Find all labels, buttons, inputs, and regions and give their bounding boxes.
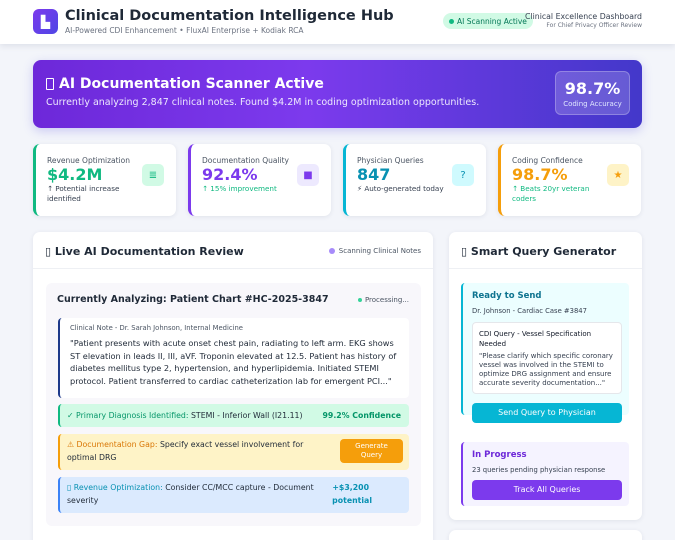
ready-subtitle: Dr. Johnson - Cardiac Case #3847 xyxy=(472,307,587,315)
metric-card-physician-queries[interactable]: Physician Queries 847 ⚡ Auto-generated t… xyxy=(343,144,486,216)
finding-text: Consider CC/MCC capture - Document xyxy=(165,483,314,492)
note-header: Clinical Note - Dr. Sarah Johnson, Inter… xyxy=(70,324,243,332)
panel-title: ▯ Smart Query Generator xyxy=(461,245,616,258)
metric-value: 98.7% xyxy=(512,165,568,184)
panel-title: ▯ Live AI Documentation Review xyxy=(45,245,244,258)
smart-query-panel: ▯ Smart Query Generator Ready to Send Dr… xyxy=(449,232,642,520)
progress-subtitle: 23 queries pending physician response xyxy=(472,466,606,474)
scanner-banner: AI Documentation Scanner Active Currentl… xyxy=(33,60,642,128)
processing-label: Processing... xyxy=(364,296,409,304)
button-label-line1: Generate xyxy=(355,442,388,450)
metric-note: ↑ Potential increase identified xyxy=(47,184,120,203)
status-badge: AI Scanning Active xyxy=(443,13,533,29)
finding-amount-label: potential xyxy=(332,496,372,505)
metric-value: $4.2M xyxy=(47,165,103,184)
next-panel xyxy=(449,530,642,540)
button-label-line2: Query xyxy=(360,451,383,459)
scan-status: Scanning Clinical Notes xyxy=(328,247,421,255)
accuracy-stat: 98.7% Coding Accuracy xyxy=(555,71,630,115)
clinical-note: Clinical Note - Dr. Sarah Johnson, Inter… xyxy=(58,318,409,398)
dashboard-subtitle: For Chief Privacy Officer Review xyxy=(546,22,642,29)
finding-text: STEMI - Inferior Wall (I21.11) xyxy=(190,411,303,420)
finding-amount: +$3,200 xyxy=(332,483,369,492)
query-panel-icon: ▯ xyxy=(461,245,471,258)
dashboard-title: Clinical Excellence Dashboard xyxy=(524,12,642,21)
metric-label: Documentation Quality xyxy=(202,156,290,165)
generate-query-button[interactable]: Generate Query xyxy=(340,439,403,463)
query-preview: CDI Query - Vessel Specification Needed … xyxy=(472,322,622,394)
analyzing-title: Currently Analyzing: Patient Chart #HC-2… xyxy=(57,294,329,305)
finding-confidence: 99.2% Confidence xyxy=(322,411,401,420)
question-icon: ? xyxy=(452,164,474,186)
metric-value: 92.4% xyxy=(202,165,258,184)
app-header: ▙ Clinical Documentation Intelligence Hu… xyxy=(0,0,675,44)
send-query-button[interactable]: Send Query to Physician xyxy=(472,403,622,423)
metric-label: Physician Queries xyxy=(357,156,424,165)
processing-dot-icon xyxy=(357,298,362,302)
scan-dot-icon xyxy=(328,248,335,254)
app-subtitle: AI-Powered CDI Enhancement • FluxAI Ente… xyxy=(65,26,304,35)
track-queries-button[interactable]: Track All Queries xyxy=(472,480,622,500)
metric-note: ↑ 15% improvement xyxy=(202,184,277,193)
metric-note: ⚡ Auto-generated today xyxy=(357,184,444,193)
metric-card-revenue[interactable]: Revenue Optimization $4.2M ↑ Potential i… xyxy=(33,144,176,216)
divider xyxy=(449,268,642,269)
finding-label: ⚠ Documentation Gap: xyxy=(67,440,158,449)
finding-line: ✓ Primary Diagnosis Identified: STEMI - … xyxy=(67,411,303,420)
divider xyxy=(33,268,433,269)
metric-card-documentation-quality[interactable]: Documentation Quality 92.4% ↑ 15% improv… xyxy=(188,144,331,216)
banner-text: Currently analyzing 2,847 clinical notes… xyxy=(46,97,480,108)
ready-title: Ready to Send xyxy=(472,291,542,301)
finding-label: ✓ Primary Diagnosis Identified: xyxy=(67,411,189,420)
query-title: CDI Query - Vessel Specification Needed xyxy=(479,330,592,348)
metric-card-coding-confidence[interactable]: Coding Confidence 98.7% ↑ Beats 20yr vet… xyxy=(498,144,641,216)
finding-label: ▯ Revenue Optimization: xyxy=(67,483,163,492)
finding-diagnosis: ✓ Primary Diagnosis Identified: STEMI - … xyxy=(58,404,409,427)
processing-status: Processing... xyxy=(357,296,409,304)
accuracy-value: 98.7% xyxy=(564,79,621,98)
review-icon: ▯ xyxy=(45,245,55,258)
document-icon xyxy=(46,78,54,90)
metric-value: 847 xyxy=(357,165,391,184)
finding-revenue: ▯ Revenue Optimization: Consider CC/MCC … xyxy=(58,477,409,513)
star-icon: ★ xyxy=(607,164,629,186)
metric-label: Revenue Optimization xyxy=(47,156,131,165)
finding-gap: ⚠ Documentation Gap: Specify exact vesse… xyxy=(58,434,409,470)
finding-text-line2: severity xyxy=(67,496,99,505)
app-title: Clinical Documentation Intelligence Hub xyxy=(65,8,394,24)
status-dot-icon xyxy=(449,18,454,24)
hospital-logo-icon: ▙ xyxy=(33,9,58,34)
review-title: Live AI Documentation Review xyxy=(54,245,244,258)
finding-text: Specify exact vessel involvement for xyxy=(159,440,304,449)
finding-line: ⚠ Documentation Gap: Specify exact vesse… xyxy=(67,440,303,449)
accuracy-label: Coding Accuracy xyxy=(563,100,622,108)
banner-title: AI Documentation Scanner Active xyxy=(59,76,324,92)
status-label: AI Scanning Active xyxy=(457,16,527,26)
finding-text-line2: optimal DRG xyxy=(67,453,117,462)
analysis-card: Currently Analyzing: Patient Chart #HC-2… xyxy=(46,283,421,526)
robot-icon: ■ xyxy=(297,164,319,186)
metric-note: ↑ Beats 20yr veteran coders xyxy=(512,184,590,203)
list-icon: ≣ xyxy=(142,164,164,186)
query-panel-title: Smart Query Generator xyxy=(470,245,617,258)
metric-label: Coding Confidence xyxy=(512,156,583,165)
scan-label: Scanning Clinical Notes xyxy=(338,247,421,255)
progress-title: In Progress xyxy=(472,450,527,460)
ready-query-card: Ready to Send Dr. Johnson - Cardiac Case… xyxy=(461,283,629,423)
query-text: "Please clarify which specific coronary … xyxy=(479,352,613,387)
finding-line: ▯ Revenue Optimization: Consider CC/MCC … xyxy=(67,483,314,492)
note-body: "Patient presents with acute onset chest… xyxy=(70,338,397,386)
live-review-panel: ▯ Live AI Documentation Review Scanning … xyxy=(33,232,433,540)
in-progress-card: In Progress 23 queries pending physician… xyxy=(461,442,629,506)
